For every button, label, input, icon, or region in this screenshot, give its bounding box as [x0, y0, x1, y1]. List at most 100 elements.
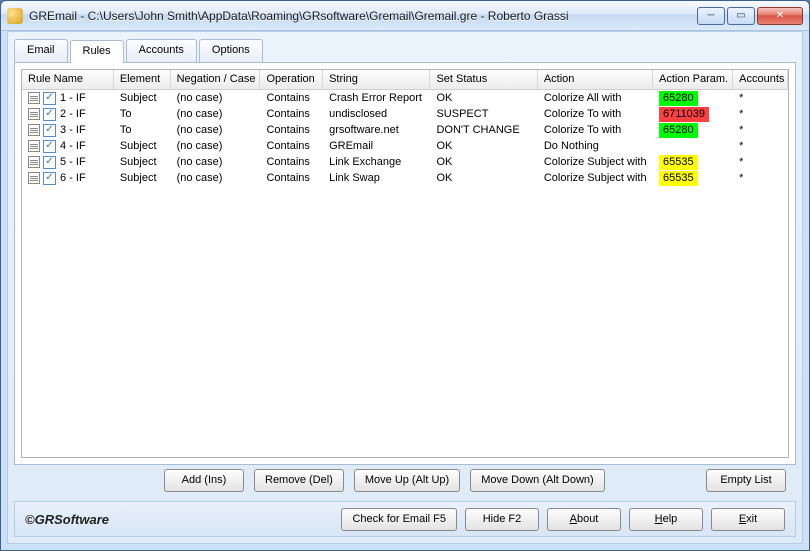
accounts-cell: *	[733, 170, 788, 186]
rule-edit-icon[interactable]	[28, 108, 40, 120]
grid-body: ✓1 - IFSubject(no case)ContainsCrash Err…	[22, 90, 788, 186]
string-cell: grsoftware.net	[323, 122, 430, 138]
grid-header: Rule Name Element Negation / Case Operat…	[22, 70, 788, 90]
col-rule-name[interactable]: Rule Name	[22, 70, 114, 89]
rule-name-cell: 5 - IF	[60, 156, 86, 168]
window-controls: ─ ▭ ✕	[697, 7, 803, 25]
rule-checkbox[interactable]: ✓	[43, 92, 56, 105]
col-accounts[interactable]: Accounts	[733, 70, 788, 89]
accounts-cell: *	[733, 106, 788, 122]
table-row[interactable]: ✓ 6 - IF Subject(no case)ContainsLink Swap…	[22, 170, 788, 186]
client-area: Email Rules Accounts Options Rule Name E…	[7, 31, 803, 544]
table-row[interactable]: ✓ 5 - IF Subject(no case)ContainsLink Exch…	[22, 154, 788, 170]
param-cell: 65280	[653, 122, 733, 138]
rules-buttons: Add (Ins) Remove (Del) Move Up (Alt Up) …	[14, 465, 796, 495]
moveup-button[interactable]: Move Up (Alt Up)	[354, 469, 460, 492]
element-cell: To	[114, 106, 171, 122]
accounts-cell: *	[733, 138, 788, 154]
operation-cell: Contains	[260, 154, 323, 170]
param-cell: 65535	[653, 154, 733, 170]
accounts-cell: *	[733, 90, 788, 106]
col-string[interactable]: String	[323, 70, 430, 89]
element-cell: Subject	[114, 154, 171, 170]
tab-options[interactable]: Options	[199, 39, 263, 62]
col-action[interactable]: Action	[538, 70, 653, 89]
exit-button[interactable]: Exit	[711, 508, 785, 531]
rule-checkbox[interactable]: ✓	[43, 140, 56, 153]
string-cell: GREmail	[323, 138, 430, 154]
copyright-label: ©GRSoftware	[25, 512, 333, 527]
rule-checkbox[interactable]: ✓	[43, 124, 56, 137]
accounts-cell: *	[733, 154, 788, 170]
minimize-button[interactable]: ─	[697, 7, 725, 25]
rules-page: Rule Name Element Negation / Case Operat…	[14, 62, 796, 465]
string-cell: undisclosed	[323, 106, 430, 122]
rule-name-cell: 2 - IF	[60, 108, 86, 120]
operation-cell: Contains	[260, 138, 323, 154]
app-icon	[7, 8, 23, 24]
rule-checkbox[interactable]: ✓	[43, 156, 56, 169]
bottom-bar: ©GRSoftware Check for Email F5 Hide F2 A…	[14, 501, 796, 537]
col-operation[interactable]: Operation	[260, 70, 323, 89]
titlebar: GREmail - C:\Users\John Smith\AppData\Ro…	[1, 1, 809, 31]
status-cell: OK	[430, 138, 537, 154]
rule-edit-icon[interactable]	[28, 92, 40, 104]
negation-cell: (no case)	[171, 170, 261, 186]
string-cell: Crash Error Report	[323, 90, 430, 106]
action-cell: Colorize Subject with	[538, 154, 653, 170]
movedown-button[interactable]: Move Down (Alt Down)	[470, 469, 604, 492]
col-negation[interactable]: Negation / Case	[171, 70, 261, 89]
operation-cell: Contains	[260, 90, 323, 106]
status-cell: OK	[430, 170, 537, 186]
rule-edit-icon[interactable]	[28, 124, 40, 136]
accounts-cell: *	[733, 122, 788, 138]
rule-edit-icon[interactable]	[28, 172, 40, 184]
param-cell: 6711039	[653, 106, 733, 122]
rule-edit-icon[interactable]	[28, 156, 40, 168]
add-button[interactable]: Add (Ins)	[164, 469, 244, 492]
col-action-param[interactable]: Action Param.	[653, 70, 733, 89]
rule-name-cell: 1 - IF	[60, 92, 86, 104]
close-button[interactable]: ✕	[757, 7, 803, 25]
check-email-button[interactable]: Check for Email F5	[341, 508, 457, 531]
tab-rules[interactable]: Rules	[70, 40, 124, 63]
col-element[interactable]: Element	[114, 70, 171, 89]
tab-email[interactable]: Email	[14, 39, 68, 62]
rule-edit-icon[interactable]	[28, 140, 40, 152]
rule-checkbox[interactable]: ✓	[43, 172, 56, 185]
param-cell: 65535	[653, 170, 733, 186]
tab-accounts[interactable]: Accounts	[126, 39, 197, 62]
action-cell: Colorize To with	[538, 106, 653, 122]
string-cell: Link Exchange	[323, 154, 430, 170]
action-cell: Colorize Subject with	[538, 170, 653, 186]
window-title: GREmail - C:\Users\John Smith\AppData\Ro…	[29, 9, 697, 23]
status-cell: DON'T CHANGE	[430, 122, 537, 138]
rule-name-cell: 3 - IF	[60, 124, 86, 136]
string-cell: Link Swap	[323, 170, 430, 186]
hide-button[interactable]: Hide F2	[465, 508, 539, 531]
action-cell: Colorize To with	[538, 122, 653, 138]
negation-cell: (no case)	[171, 122, 261, 138]
action-cell: Do Nothing	[538, 138, 653, 154]
tab-strip: Email Rules Accounts Options	[8, 32, 802, 61]
maximize-button[interactable]: ▭	[727, 7, 755, 25]
empty-list-button[interactable]: Empty List	[706, 469, 786, 492]
rule-checkbox[interactable]: ✓	[43, 108, 56, 121]
table-row[interactable]: ✓4 - IFSubject(no case)ContainsGREmailOK…	[22, 138, 788, 154]
table-row[interactable]: ✓3 - IFTo(no case)Containsgrsoftware.net…	[22, 122, 788, 138]
negation-cell: (no case)	[171, 154, 261, 170]
rules-list[interactable]: Rule Name Element Negation / Case Operat…	[21, 69, 789, 458]
negation-cell: (no case)	[171, 90, 261, 106]
table-row[interactable]: ✓1 - IFSubject(no case)ContainsCrash Err…	[22, 90, 788, 106]
param-cell	[653, 138, 733, 154]
action-cell: Colorize All with	[538, 90, 653, 106]
app-window: GREmail - C:\Users\John Smith\AppData\Ro…	[0, 0, 810, 551]
about-button[interactable]: About	[547, 508, 621, 531]
element-cell: Subject	[114, 170, 171, 186]
help-button[interactable]: Help	[629, 508, 703, 531]
col-set-status[interactable]: Set Status	[430, 70, 537, 89]
rule-name-cell: 6 - IF	[60, 172, 86, 184]
operation-cell: Contains	[260, 170, 323, 186]
table-row[interactable]: ✓2 - IFTo(no case)ContainsundisclosedSUS…	[22, 106, 788, 122]
remove-button[interactable]: Remove (Del)	[254, 469, 344, 492]
